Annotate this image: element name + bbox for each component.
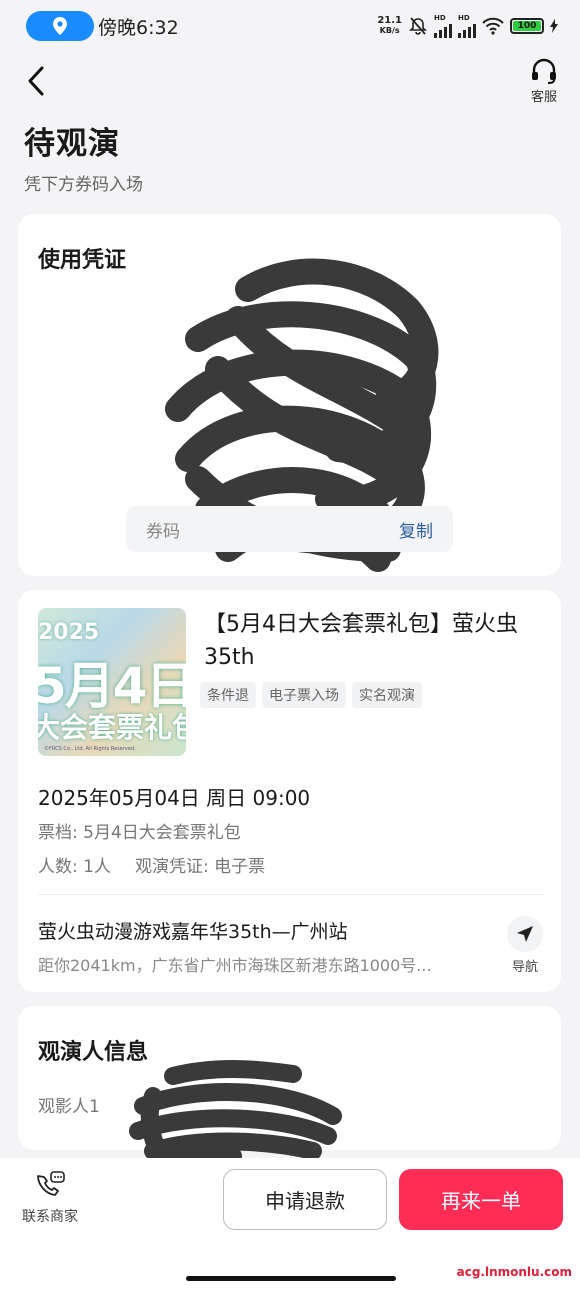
status-bar: 傍晚6:32 21.1 KB/s HD HD 100	[0, 0, 580, 52]
contact-merchant-button[interactable]: 联系商家	[18, 1170, 82, 1226]
navigation-label: 导航	[511, 960, 538, 975]
viewer-label: 观影人1	[38, 1097, 100, 1117]
poster-copyright: ©FRCS Co., Ltd. All Rights Reserved.	[44, 746, 136, 752]
charging-bolt-icon	[550, 19, 558, 33]
voucher-code-row: 券码 复制	[126, 506, 453, 552]
reorder-button[interactable]: 再来一单	[399, 1169, 563, 1230]
navigation-arrow-icon	[517, 926, 533, 942]
people-row: 人数: 1人 观演凭证: 电子票	[38, 852, 265, 877]
chevron-left-icon	[28, 66, 44, 96]
signal-bars-2-icon	[458, 22, 476, 38]
header: 客服	[0, 52, 580, 112]
customer-service-button[interactable]: 客服	[530, 58, 558, 105]
status-right: 21.1 KB/s HD HD 100	[377, 13, 558, 38]
hd-label-2: HD	[458, 13, 470, 22]
status-time: 傍晚6:32	[98, 16, 179, 39]
headset-icon	[532, 58, 556, 84]
net-speed: 21.1 KB/s	[377, 16, 402, 36]
location-pin-icon	[53, 17, 67, 35]
location-pill	[26, 11, 94, 41]
wifi-icon	[482, 17, 504, 35]
battery-icon: 100	[510, 18, 544, 34]
home-indicator[interactable]	[186, 1276, 396, 1281]
status-left: 傍晚6:32	[26, 11, 179, 41]
net-speed-unit: KB/s	[379, 26, 400, 35]
net-speed-value: 21.1	[377, 15, 402, 26]
credential-type: 观演凭证: 电子票	[134, 857, 266, 877]
ticket-tier: 票档: 5月4日大会套票礼包	[38, 823, 241, 843]
page-subtitle: 凭下方券码入场	[24, 175, 143, 195]
voucher-code-label: 券码	[146, 521, 180, 542]
hd-label-1: HD	[434, 13, 446, 22]
mute-bell-icon	[409, 17, 427, 35]
divider	[38, 894, 544, 895]
phone-chat-icon	[37, 1171, 65, 1196]
event-tag: 电子票入场	[262, 682, 346, 708]
back-button[interactable]	[22, 64, 52, 98]
watermark: acg.lnmonlu.com	[456, 1265, 572, 1279]
event-tag: 实名观演	[352, 682, 422, 708]
event-card: 2025 5月4日 大会套票礼包 ©FRCS Co., Ltd. All Rig…	[18, 590, 561, 992]
navigation-circle	[507, 916, 543, 952]
event-poster[interactable]: 2025 5月4日 大会套票礼包 ©FRCS Co., Ltd. All Rig…	[38, 608, 186, 756]
signal-1: HD	[434, 13, 452, 38]
navigation-button[interactable]: 导航	[507, 916, 543, 975]
poster-year: 2025	[38, 620, 100, 645]
battery-level: 100	[513, 21, 541, 31]
people-count: 人数: 1人	[38, 857, 111, 877]
poster-subtitle: 大会套票礼包	[38, 711, 186, 744]
signal-2: HD	[458, 13, 476, 38]
viewer-card: 观演人信息 观影人1	[18, 1006, 561, 1185]
copy-code-button[interactable]: 复制	[399, 517, 433, 542]
signal-bars-1-icon	[434, 22, 452, 38]
contact-merchant-label: 联系商家	[22, 1209, 78, 1225]
ticket-card: 使用凭证 券码 复制	[18, 214, 561, 576]
venue-address[interactable]: 距你2041km，广东省广州市海珠区新港东路1000号...	[38, 952, 486, 976]
ticket-card-title: 使用凭证	[38, 248, 127, 273]
page-title: 待观演	[24, 126, 120, 162]
customer-service-label: 客服	[530, 90, 557, 105]
event-tags: 条件退 电子票入场 实名观演	[200, 682, 422, 708]
venue-name[interactable]: 萤火虫动漫游戏嘉年华35th—广州站	[38, 917, 348, 944]
event-tag: 条件退	[200, 682, 256, 708]
event-title[interactable]: 【5月4日大会套票礼包】萤火虫35th	[204, 608, 544, 674]
event-datetime: 2025年05月04日 周日 09:00	[38, 786, 311, 810]
refund-button[interactable]: 申请退款	[223, 1169, 387, 1230]
